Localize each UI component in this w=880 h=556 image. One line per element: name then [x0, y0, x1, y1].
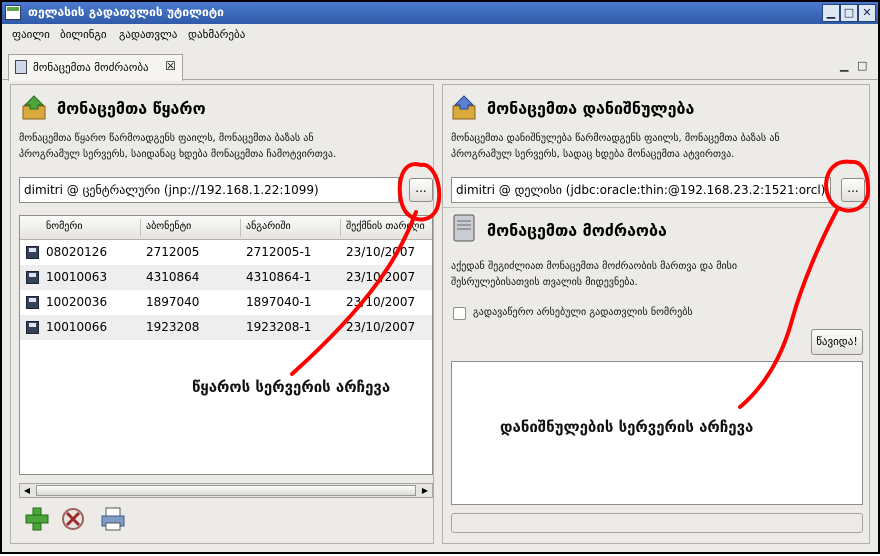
minimize-button[interactable]: ▁ [822, 4, 840, 22]
col-header-account[interactable]: ანგარიში [246, 221, 291, 232]
movement-description: აქედან შეგიძლიათ მონაცემთა მოძრაობის მარ… [451, 261, 738, 288]
col-header-subscriber[interactable]: აბონენტი [146, 221, 191, 232]
overwrite-checkbox[interactable] [453, 307, 466, 320]
destination-description: მონაცემთა დანიშნულება წარმოადგენს ფაილს,… [451, 133, 780, 160]
col-header-number[interactable]: ნომერი [46, 221, 83, 232]
destination-server-field[interactable]: dimitri @ დელისი (jdbc:oracle:thin:@192.… [451, 177, 831, 203]
print-icon[interactable] [99, 505, 127, 533]
source-table: ნომერი აბონენტი ანგარიში შექმნის თარიღი … [19, 215, 433, 475]
add-icon[interactable] [23, 505, 51, 533]
tab-label: მონაცემთა მოძრაობა [33, 61, 149, 74]
start-button[interactable]: წავიდა! [811, 329, 863, 355]
source-annotation-text: წყაროს სერვერის არჩევა [192, 378, 391, 396]
window-title: თელასის გადათვლის უტილიტი [28, 5, 224, 19]
disk-icon [26, 296, 39, 309]
movement-title: მონაცემთა მოძრაობა [487, 221, 667, 240]
table-row[interactable]: 10010066 1923208 1923208-1 23/10/2007 [20, 315, 432, 340]
progress-bar [451, 513, 863, 533]
tab-data-movement[interactable]: მონაცემთა მოძრაობა ☒ [8, 54, 183, 81]
menu-help[interactable]: დახმარება [188, 28, 245, 41]
overwrite-checkbox-label: გადავაწერო არსებული გადათვლის ნომრებს [473, 307, 693, 318]
source-panel: მონაცემთა წყარო მონაცემთა წყარო წარმოადგ… [10, 84, 434, 544]
menu-billing[interactable]: ბილინგი [60, 28, 107, 41]
scrollbar-thumb[interactable] [36, 485, 416, 496]
table-header: ნომერი აბონენტი ანგარიში შექმნის თარიღი [20, 216, 432, 240]
app-window: თელასის გადათვლის უტილიტი ▁ □ ✕ ფაილი ბი… [0, 0, 880, 554]
table-row[interactable]: 10020036 1897040 1897040-1 23/10/2007 [20, 290, 432, 315]
destination-title: მონაცემთა დანიშნულება [487, 99, 695, 118]
source-title: მონაცემთა წყარო [57, 99, 206, 118]
app-icon [5, 5, 21, 20]
server-icon [453, 214, 475, 242]
tab-minimize-icon[interactable]: ▁ [840, 59, 848, 72]
document-icon [15, 60, 27, 74]
disk-icon [26, 246, 39, 259]
destination-browse-button[interactable]: ... [841, 178, 865, 202]
destination-panel: მონაცემთა დანიშნულება მონაცემთა დანიშნულ… [442, 84, 870, 544]
upload-box-icon [452, 95, 476, 120]
scroll-right-arrow-icon[interactable]: ▶ [418, 484, 432, 497]
col-header-created-date[interactable]: შექმნის თარიღი [346, 221, 425, 232]
tab-maximize-icon[interactable]: □ [857, 59, 867, 72]
destination-annotation-text: დანიშნულების სერვერის არჩევა [500, 418, 754, 436]
menu-bar: ფაილი ბილინგი გადათვლა დახმარება [2, 24, 878, 46]
source-browse-button[interactable]: ... [409, 178, 433, 202]
disk-icon [26, 321, 39, 334]
disk-icon [26, 271, 39, 284]
source-server-field[interactable]: dimitri @ ცენტრალური (jnp://192.168.1.22… [19, 177, 399, 203]
download-box-icon [22, 95, 46, 120]
close-button[interactable]: ✕ [858, 4, 876, 22]
menu-file[interactable]: ფაილი [12, 28, 50, 41]
title-bar: თელასის გადათვლის უტილიტი ▁ □ ✕ [2, 2, 878, 24]
table-row[interactable]: 08020126 2712005 2712005-1 23/10/2007 [20, 240, 432, 265]
menu-recount[interactable]: გადათვლა [119, 28, 177, 41]
table-row[interactable]: 10010063 4310864 4310864-1 23/10/2007 [20, 265, 432, 290]
tab-close-icon[interactable]: ☒ [165, 59, 176, 73]
delete-icon[interactable] [59, 505, 87, 533]
tab-strip: მონაცემთა მოძრაობა ☒ [2, 46, 878, 81]
table-horizontal-scrollbar[interactable]: ◀ ▶ [19, 483, 433, 498]
scroll-left-arrow-icon[interactable]: ◀ [20, 484, 34, 497]
maximize-button[interactable]: □ [840, 4, 858, 22]
source-description: მონაცემთა წყარო წარმოადგენს ფაილს, მონაც… [19, 133, 337, 160]
